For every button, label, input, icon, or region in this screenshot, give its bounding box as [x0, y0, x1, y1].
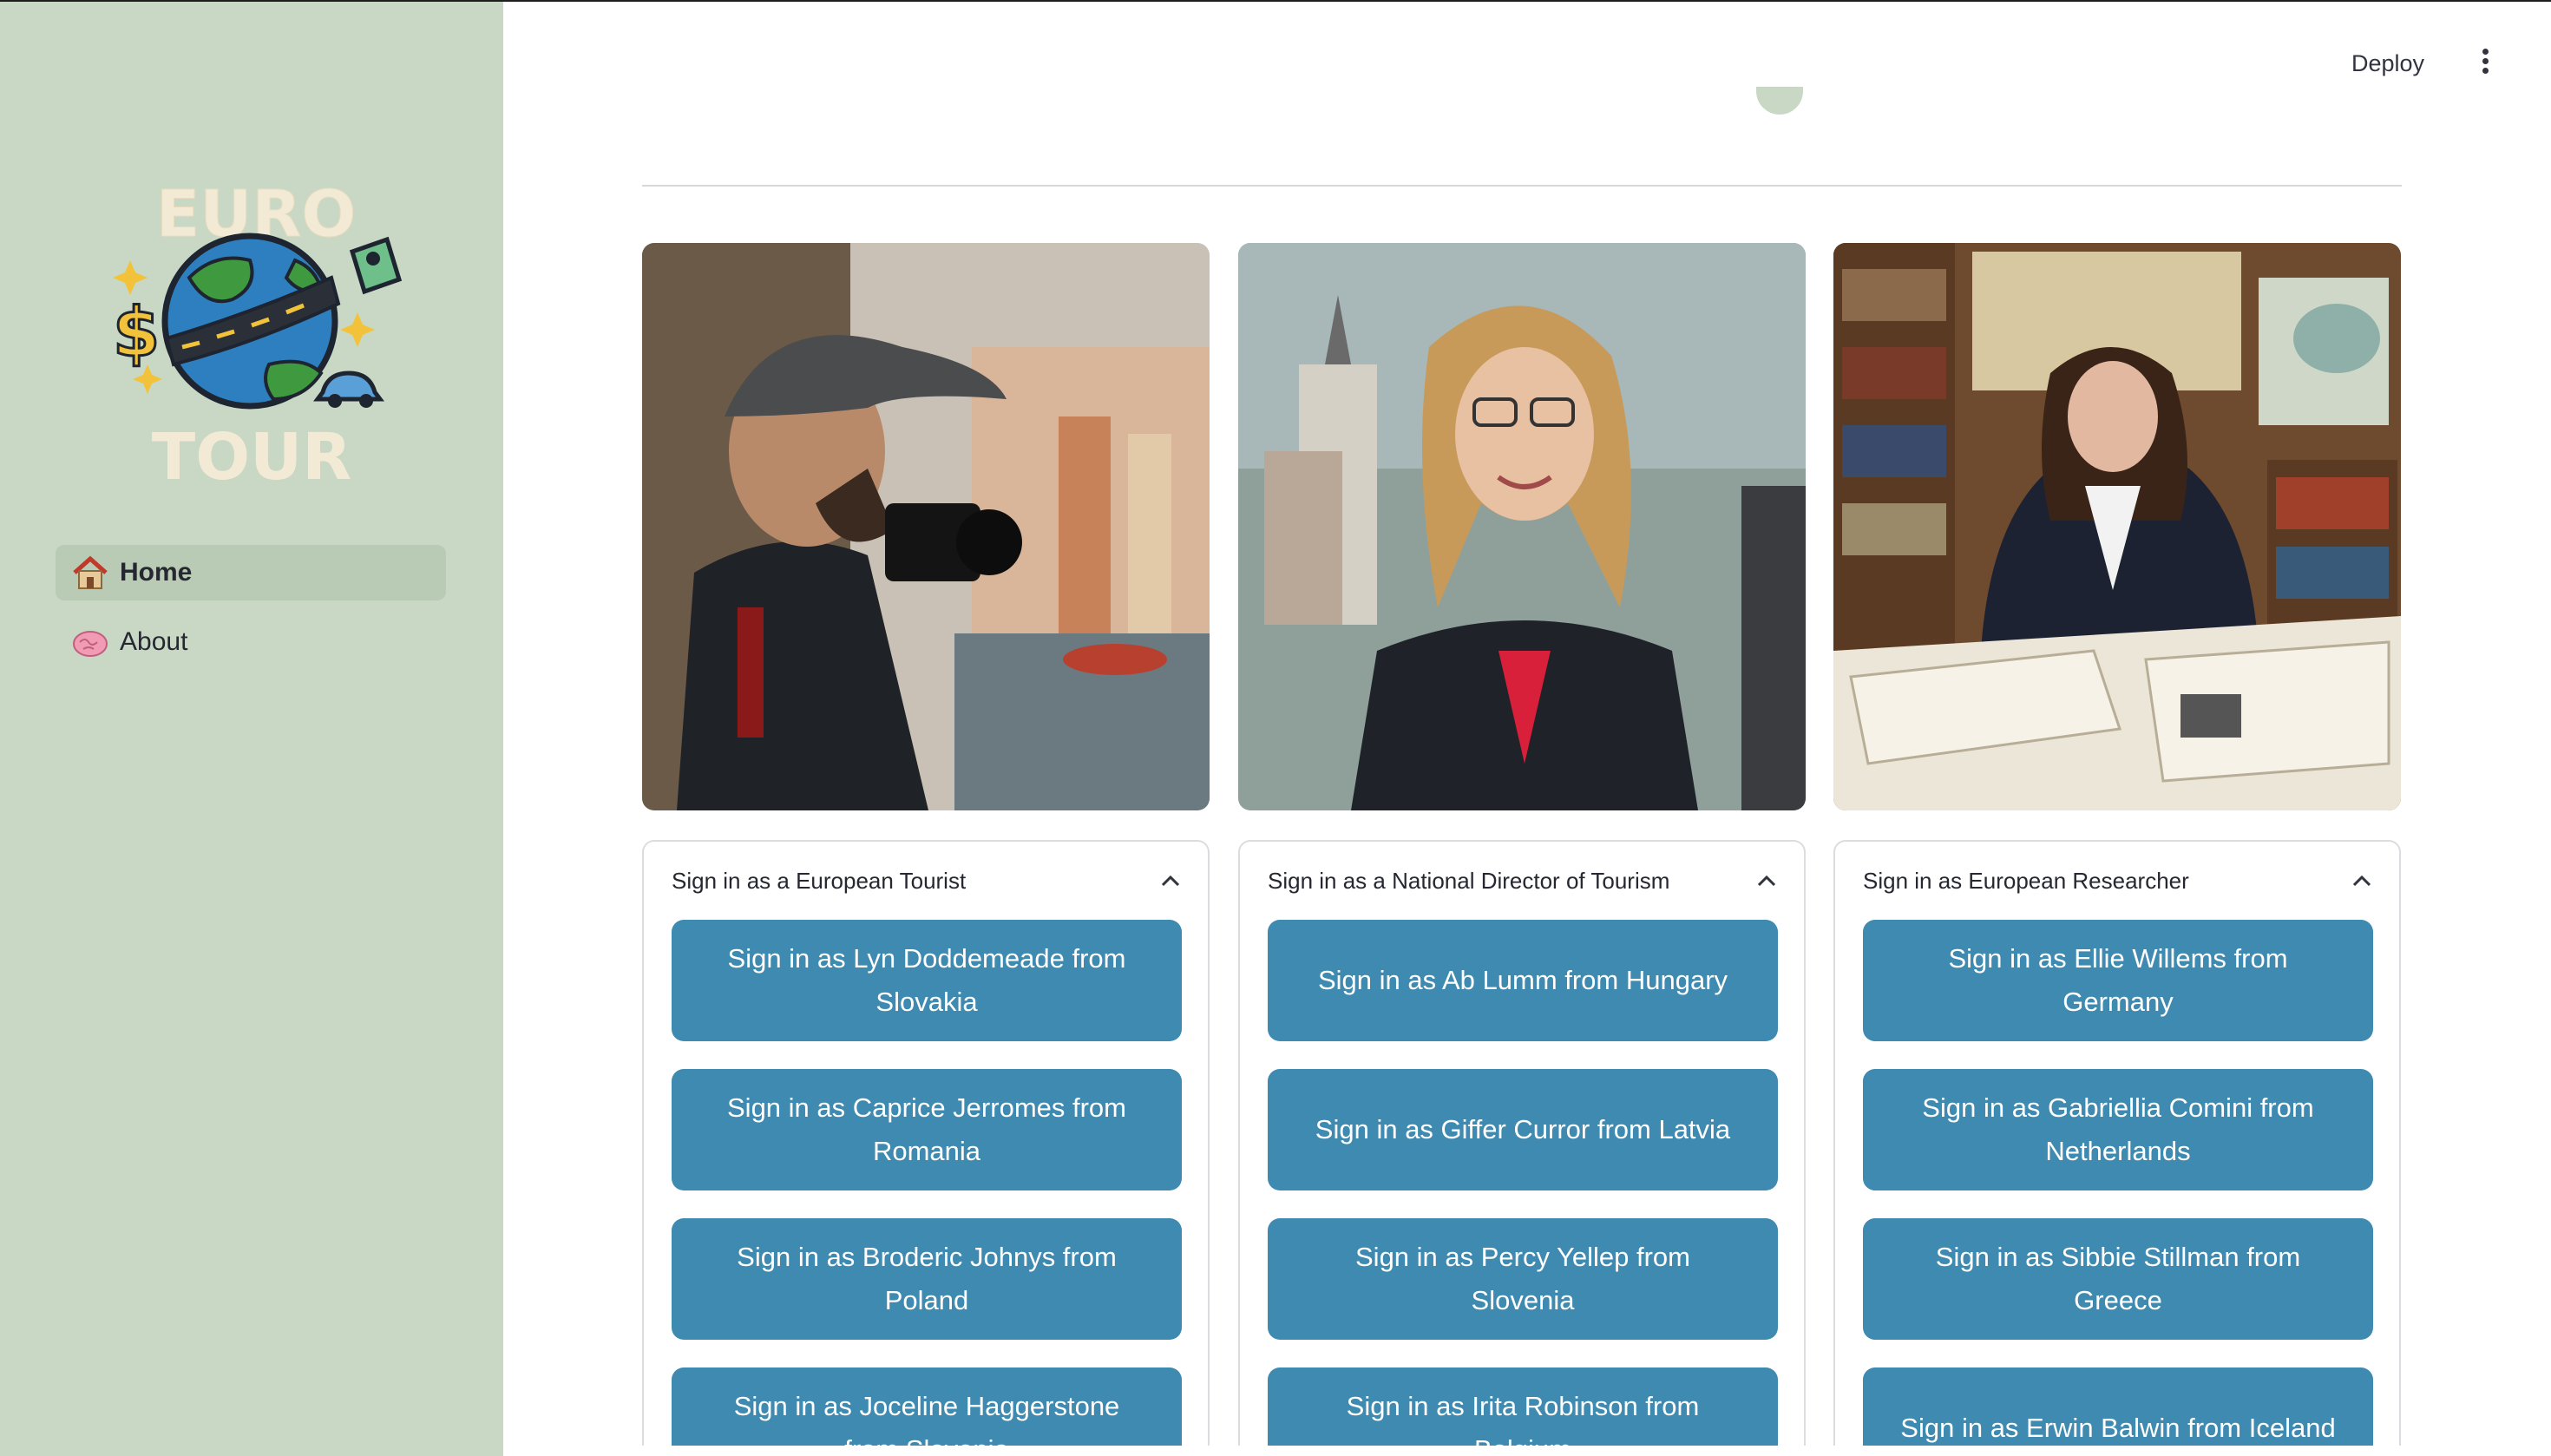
- sign-in-button[interactable]: Sign in as Broderic Johnys from Poland: [672, 1218, 1182, 1340]
- sign-in-button[interactable]: Sign in as Caprice Jerromes from Romania: [672, 1069, 1182, 1190]
- researcher-library-photo: [1833, 243, 2401, 810]
- expander-header[interactable]: Sign in as a National Director of Touris…: [1240, 842, 1804, 920]
- expander-header[interactable]: Sign in as a European Tourist: [644, 842, 1208, 920]
- brain-icon: [73, 631, 108, 657]
- sidebar: EURO $ TOUR Home About: [0, 0, 503, 1456]
- vertical-dots-icon[interactable]: [2469, 45, 2501, 80]
- researcher-expander: Sign in as European Researcher Sign in a…: [1833, 840, 2401, 1456]
- expander-title: Sign in as a National Director of Touris…: [1268, 867, 1670, 894]
- sign-in-button[interactable]: Sign in as Percy Yellep from Slovenia: [1268, 1218, 1778, 1340]
- sidebar-item-home[interactable]: Home: [56, 545, 446, 600]
- sign-in-button[interactable]: Sign in as Erwin Balwin from Iceland: [1863, 1367, 2373, 1456]
- sign-in-button[interactable]: Sign in as Ellie Willems from Germany: [1863, 920, 2373, 1041]
- chevron-up-icon: [2352, 875, 2371, 887]
- sidebar-nav: Home About: [56, 545, 446, 684]
- sidebar-item-about[interactable]: About: [56, 614, 446, 670]
- euro-tour-logo: EURO $ TOUR: [112, 177, 403, 486]
- partial-avatar: [1756, 87, 1803, 115]
- house-icon: [73, 555, 108, 589]
- sidebar-item-label: Home: [120, 558, 193, 587]
- tourist-photographer-photo: [642, 243, 1210, 810]
- researcher-column: Sign in as European Researcher Sign in a…: [1833, 243, 2401, 1456]
- svg-text:TOUR: TOUR: [152, 420, 351, 486]
- viewport-edge: [503, 1446, 2551, 1456]
- sign-in-button[interactable]: Sign in as Joceline Haggerstone from Slo…: [672, 1367, 1182, 1456]
- tourist-expander: Sign in as a European Tourist Sign in as…: [642, 840, 1210, 1456]
- deploy-button[interactable]: Deploy: [2351, 43, 2424, 83]
- chevron-up-icon: [1161, 875, 1180, 887]
- svg-text:$: $: [113, 294, 160, 372]
- sidebar-item-label: About: [120, 627, 188, 656]
- expander-title: Sign in as a European Tourist: [672, 867, 967, 894]
- sign-in-button[interactable]: Sign in as Giffer Curror from Latvia: [1268, 1069, 1778, 1190]
- sign-in-button[interactable]: Sign in as Sibbie Stillman from Greece: [1863, 1218, 2373, 1340]
- sign-in-button[interactable]: Sign in as Lyn Doddemeade from Slovakia: [672, 920, 1182, 1041]
- tourist-column: Sign in as a European Tourist Sign in as…: [642, 243, 1210, 1456]
- chevron-up-icon: [1757, 875, 1776, 887]
- top-border: [0, 0, 2551, 2]
- director-expander: Sign in as a National Director of Touris…: [1238, 840, 1806, 1456]
- expander-header[interactable]: Sign in as European Researcher: [1835, 842, 2399, 920]
- director-column: Sign in as a National Director of Touris…: [1238, 243, 1806, 1456]
- sign-in-button[interactable]: Sign in as Ab Lumm from Hungary: [1268, 920, 1778, 1041]
- expander-title: Sign in as European Researcher: [1863, 867, 2189, 894]
- director-of-tourism-photo: [1238, 243, 1806, 810]
- sign-in-button[interactable]: Sign in as Gabriellia Comini from Nether…: [1863, 1069, 2373, 1190]
- sign-in-button[interactable]: Sign in as Irita Robinson from Belgium: [1268, 1367, 1778, 1456]
- divider: [642, 185, 2402, 187]
